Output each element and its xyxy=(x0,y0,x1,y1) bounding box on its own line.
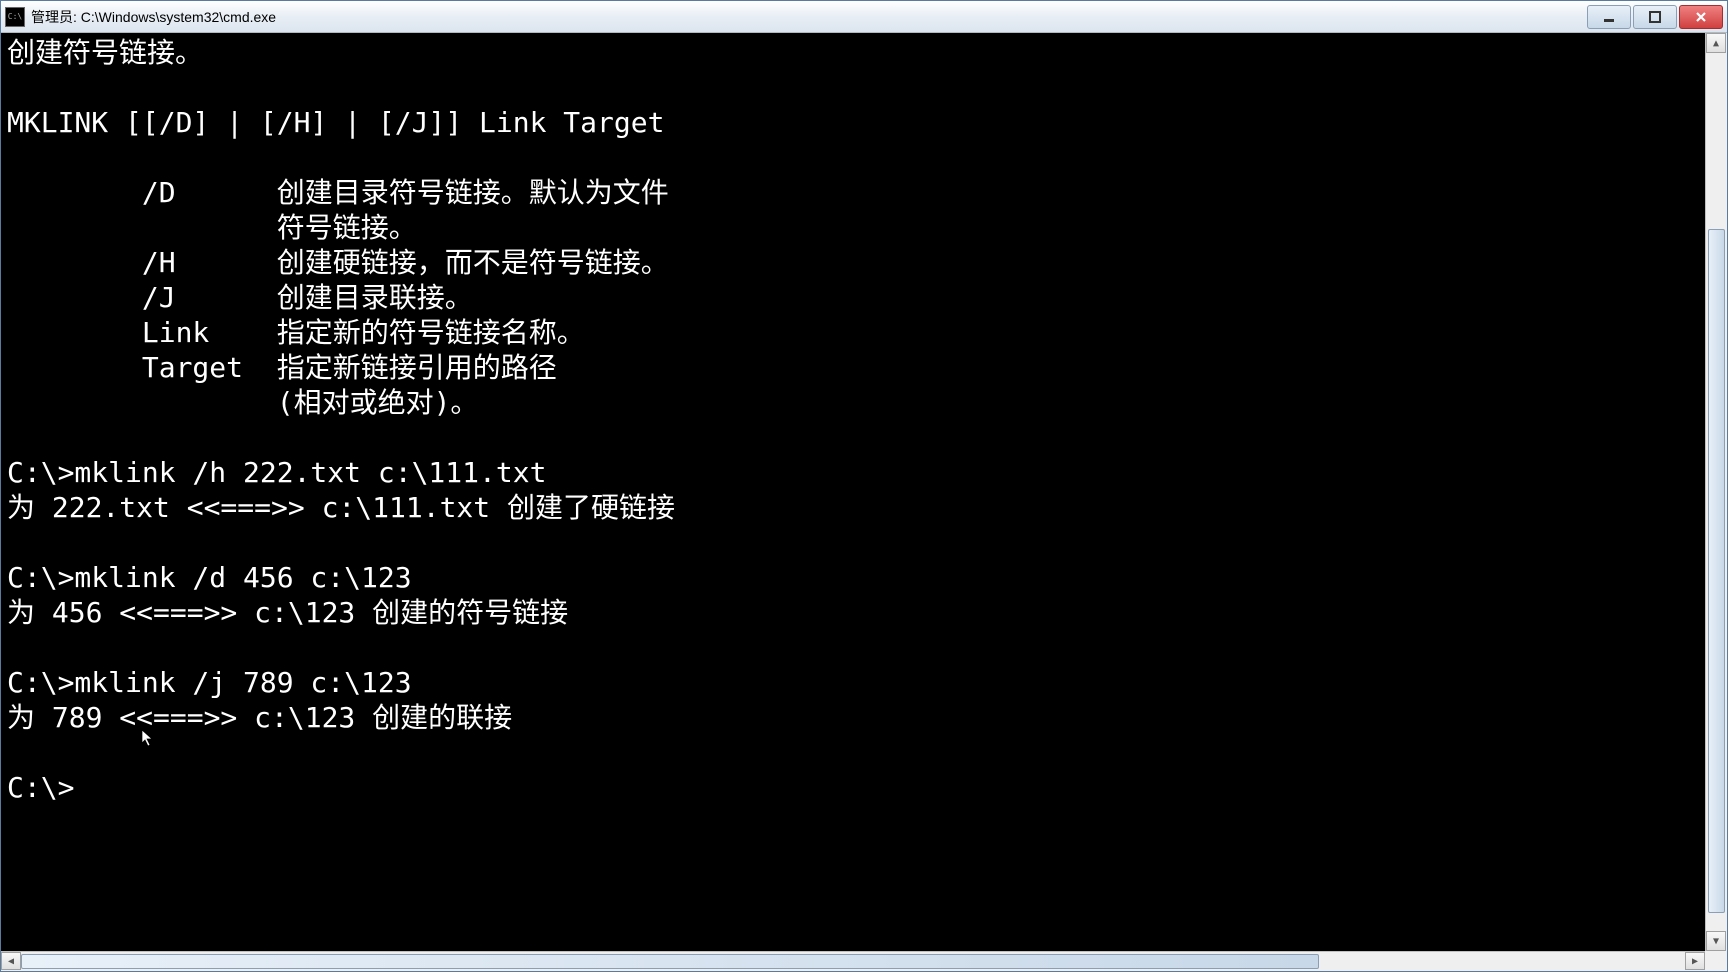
chevron-up-icon: ▲ xyxy=(1713,38,1719,49)
terminal-line: 符号链接。 xyxy=(7,210,1699,245)
vertical-scrollbar[interactable]: ▲ ▼ xyxy=(1705,33,1727,951)
horizontal-scrollbar[interactable]: ◀ ▶ xyxy=(1,951,1705,971)
terminal-line: C:\>mklink /h 222.txt c:\111.txt xyxy=(7,455,1699,490)
terminal-line: C:\> xyxy=(7,770,1699,805)
titlebar[interactable]: C:\ 管理员: C:\Windows\system32\cmd.exe xyxy=(1,1,1727,33)
terminal-line xyxy=(7,420,1699,455)
terminal-line: C:\>mklink /d 456 c:\123 xyxy=(7,560,1699,595)
minimize-icon xyxy=(1602,10,1616,24)
terminal-area[interactable]: 创建符号链接。 MKLINK [[/D] | [/H] | [/J]] Link… xyxy=(1,33,1727,971)
terminal-line xyxy=(7,735,1699,770)
terminal-line xyxy=(7,630,1699,665)
cmd-window: C:\ 管理员: C:\Windows\system32\cmd.exe 创建符… xyxy=(0,0,1728,972)
terminal-line: Link 指定新的符号链接名称。 xyxy=(7,315,1699,350)
scroll-up-button[interactable]: ▲ xyxy=(1706,33,1726,53)
minimize-button[interactable] xyxy=(1587,5,1631,29)
terminal-content[interactable]: 创建符号链接。 MKLINK [[/D] | [/H] | [/J]] Link… xyxy=(3,33,1703,951)
terminal-line xyxy=(7,70,1699,105)
vertical-scroll-track[interactable] xyxy=(1706,53,1727,931)
terminal-line: 创建符号链接。 xyxy=(7,35,1699,70)
horizontal-scroll-thumb[interactable] xyxy=(21,954,1319,969)
app-icon: C:\ xyxy=(5,7,25,27)
chevron-left-icon: ◀ xyxy=(8,956,14,967)
scroll-corner xyxy=(1705,951,1727,971)
terminal-line: /J 创建目录联接。 xyxy=(7,280,1699,315)
terminal-line xyxy=(7,140,1699,175)
terminal-line: 为 222.txt <<===>> c:\111.txt 创建了硬链接 xyxy=(7,490,1699,525)
terminal-line: Target 指定新链接引用的路径 xyxy=(7,350,1699,385)
close-icon xyxy=(1694,10,1708,24)
close-button[interactable] xyxy=(1679,5,1723,29)
horizontal-scroll-track[interactable] xyxy=(21,952,1685,971)
terminal-line: /H 创建硬链接，而不是符号链接。 xyxy=(7,245,1699,280)
chevron-right-icon: ▶ xyxy=(1692,956,1698,967)
maximize-icon xyxy=(1648,10,1662,24)
vertical-scroll-thumb[interactable] xyxy=(1708,229,1725,914)
chevron-down-icon: ▼ xyxy=(1713,936,1719,947)
terminal-line: (相对或绝对)。 xyxy=(7,385,1699,420)
terminal-line: 为 789 <<===>> c:\123 创建的联接 xyxy=(7,700,1699,735)
terminal-line xyxy=(7,525,1699,560)
terminal-line: /D 创建目录符号链接。默认为文件 xyxy=(7,175,1699,210)
scroll-left-button[interactable]: ◀ xyxy=(1,952,21,970)
maximize-button[interactable] xyxy=(1633,5,1677,29)
scroll-right-button[interactable]: ▶ xyxy=(1685,952,1705,970)
window-title: 管理员: C:\Windows\system32\cmd.exe xyxy=(31,7,1587,27)
terminal-line: MKLINK [[/D] | [/H] | [/J]] Link Target xyxy=(7,105,1699,140)
scroll-down-button[interactable]: ▼ xyxy=(1706,931,1726,951)
terminal-line: C:\>mklink /j 789 c:\123 xyxy=(7,665,1699,700)
terminal-line: 为 456 <<===>> c:\123 创建的符号链接 xyxy=(7,595,1699,630)
window-controls xyxy=(1587,5,1723,29)
